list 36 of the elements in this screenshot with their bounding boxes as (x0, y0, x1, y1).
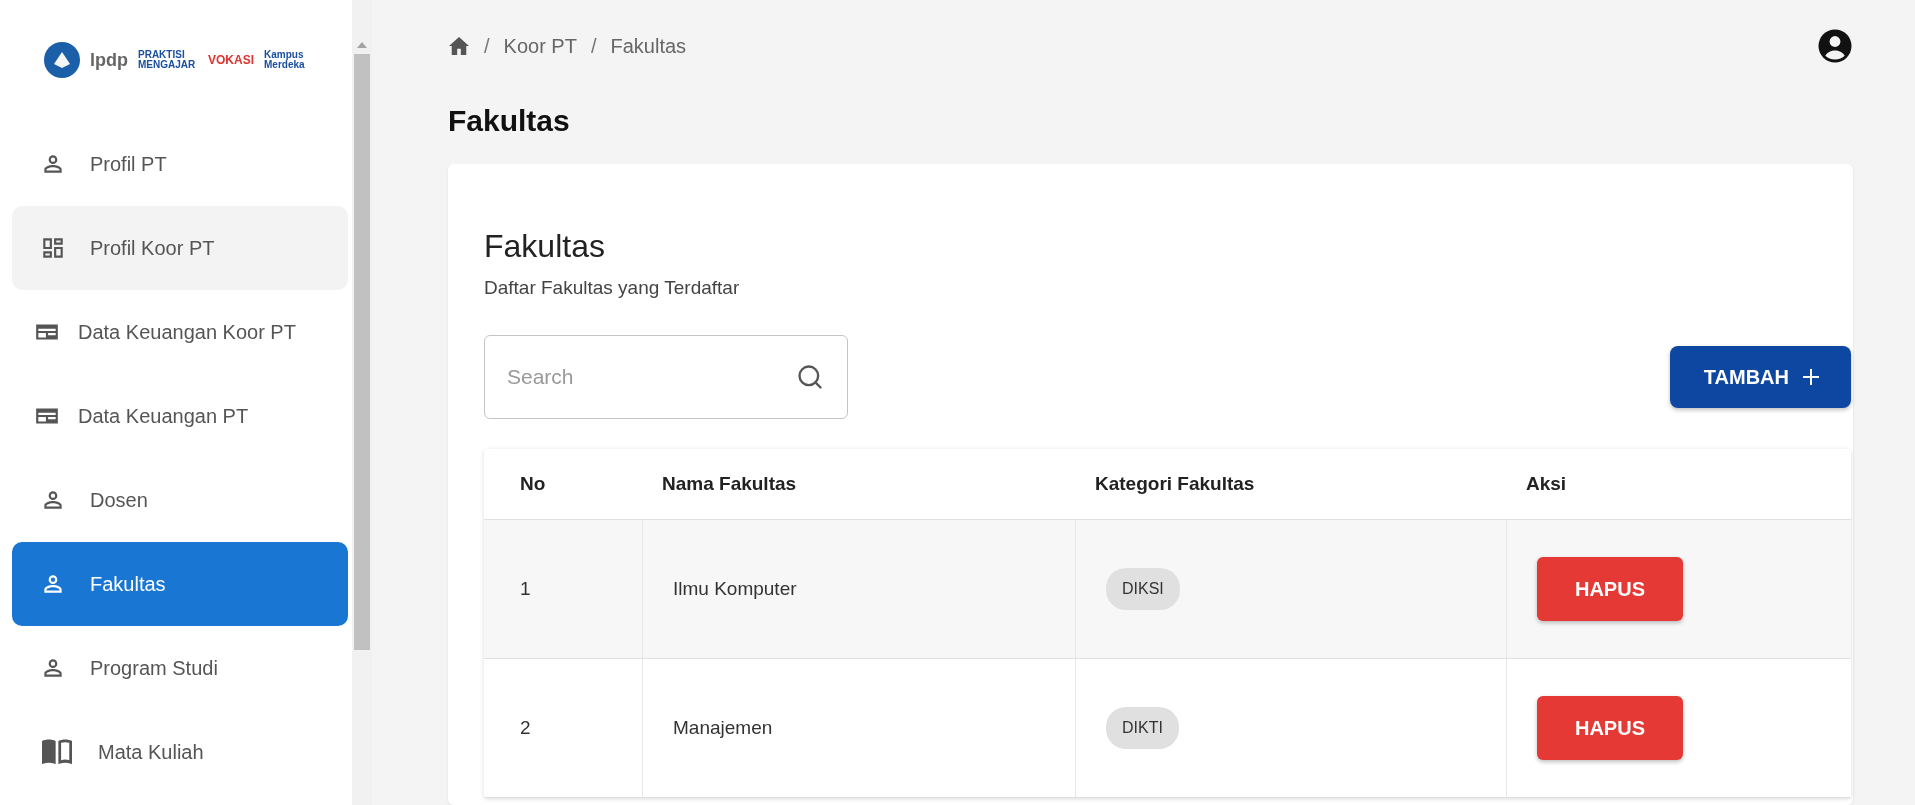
logo-text: lpdp (90, 51, 128, 69)
plus-icon (1801, 367, 1821, 387)
category-chip: DIKTI (1106, 707, 1179, 749)
delete-button[interactable]: HAPUS (1537, 696, 1683, 760)
card-title: Fakultas (484, 228, 606, 265)
table-cell: Ilmu Komputer (673, 578, 797, 600)
logo-text: PRAKTISI MENGAJAR (138, 50, 197, 70)
table-cell: Manajemen (673, 717, 773, 739)
sidebar-item[interactable]: Dosen (12, 458, 348, 542)
table-cell: 1 (520, 578, 531, 600)
breadcrumb-link[interactable]: Koor PT (503, 34, 577, 58)
dashboard-icon (40, 235, 66, 261)
add-button[interactable]: TAMBAH (1669, 346, 1851, 408)
logo-text: VOKASI (208, 54, 254, 66)
logo-text: Kampus Merdeka (264, 50, 306, 70)
sidebar-item[interactable]: Program Studi (12, 626, 348, 710)
book-icon (40, 737, 74, 767)
emblem-icon (44, 42, 80, 78)
breadcrumb-separator: / (484, 34, 490, 58)
breadcrumb-link[interactable]: Fakultas (610, 34, 687, 58)
search-field[interactable]: Search (484, 335, 848, 419)
sidebar-item[interactable]: Profil PT (12, 122, 348, 206)
table-cell: 2 (520, 717, 531, 739)
page-title: Fakultas (448, 104, 571, 138)
card-subtitle: Daftar Fakultas yang Terdaftar (484, 277, 741, 299)
home-icon[interactable] (448, 36, 470, 56)
search-icon[interactable] (796, 363, 824, 391)
sidebar-item[interactable]: Data Keuangan PT (12, 374, 348, 458)
category-chip: DIKSI (1106, 568, 1180, 610)
sidebar-item[interactable]: Fakultas (12, 542, 348, 626)
sidebar-item[interactable]: Data Keuangan Koor PT (12, 290, 348, 374)
breadcrumb-separator: / (590, 34, 597, 58)
delete-button[interactable]: HAPUS (1537, 557, 1683, 621)
sidebar-item[interactable]: Mata Kuliah (12, 710, 348, 794)
sidebar-item[interactable]: Profil Koor PT (12, 206, 348, 290)
account-icon[interactable] (1817, 28, 1853, 64)
